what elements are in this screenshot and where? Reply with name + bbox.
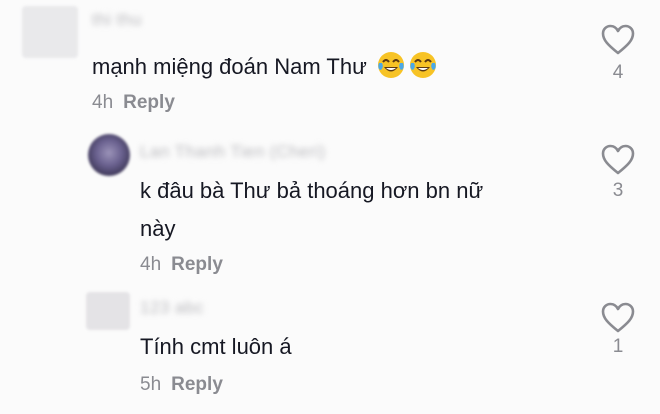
heart-outline-icon [601,24,635,55]
tears-of-joy-emoji [377,51,405,79]
reply-button[interactable]: Reply [171,254,223,275]
comment-username[interactable]: Lan Thanh Tien (Cheri) [140,142,326,162]
comment-text-content: Tính cmt luôn á [140,334,292,359]
comment-text-line: k đâu bà Thư bả thoáng hơn bn nữ [140,178,484,203]
reply-comment-item: Lan Thanh Tien (Cheri) k đâu bà Thư bả t… [0,128,660,278]
comment-text-content: mạnh miệng đoán Nam Thư [92,54,367,79]
comment-meta: 5h Reply [140,374,223,396]
comment-time: 5h [140,374,162,395]
like-button[interactable] [600,142,636,178]
like-count: 3 [612,180,624,201]
tears-of-joy-emoji [409,51,437,79]
comment-item: thi thu mạnh miệng đoán Nam Thư 4h Reply… [0,0,660,118]
avatar[interactable] [86,292,130,330]
like-button[interactable] [600,22,636,58]
like-button[interactable] [600,300,636,336]
comment-username[interactable]: 123 abc [140,298,204,318]
comment-username[interactable]: thi thu [92,10,142,30]
heart-outline-icon [601,144,635,175]
comment-meta: 4h Reply [140,254,223,276]
heart-outline-icon [601,302,635,333]
reply-comment-item: 123 abc Tính cmt luôn á 5h Reply 1 [0,288,660,408]
reply-button[interactable]: Reply [171,374,223,395]
comment-time: 4h [92,92,114,113]
like-count: 4 [612,62,624,83]
comment-text: k đâu bà Thư bả thoáng hơn bn nữ này [140,172,483,248]
avatar[interactable] [88,134,130,176]
like-count: 1 [612,336,624,357]
comment-text: mạnh miệng đoán Nam Thư [92,48,437,86]
reply-button[interactable]: Reply [123,92,175,113]
comment-meta: 4h Reply [92,92,175,114]
comment-time: 4h [140,254,162,275]
comment-text-line: này [140,216,176,241]
avatar[interactable] [22,6,78,58]
comment-text: Tính cmt luôn á [140,328,292,366]
